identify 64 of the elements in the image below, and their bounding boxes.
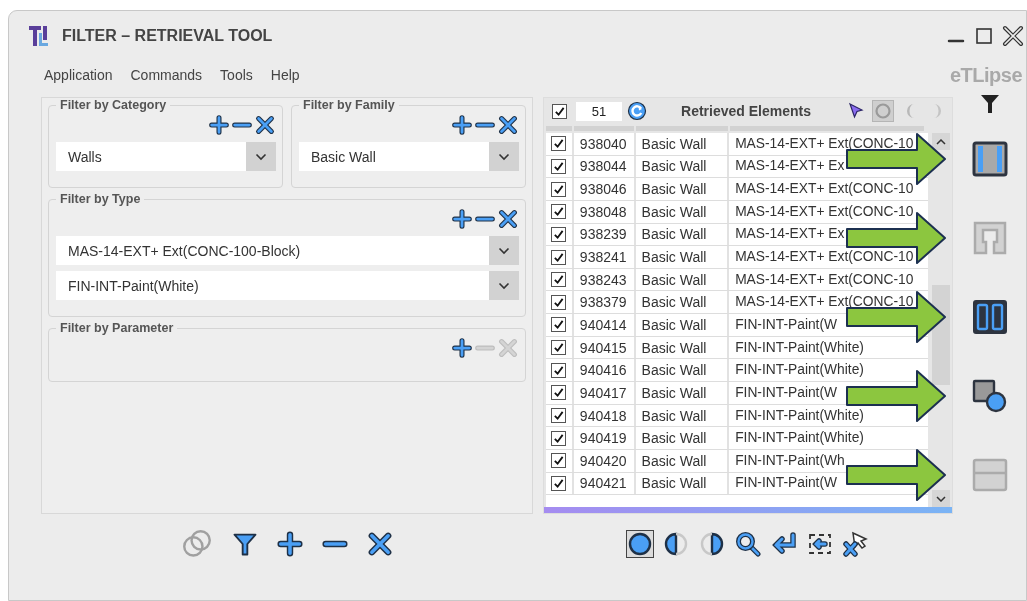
panel-title: Retrieved Elements [680, 103, 812, 119]
table-cell-text: FIN-INT-Paint(White) [734, 429, 865, 448]
table-cell: Basic Wall [635, 291, 730, 314]
table-cell: Basic Wall [635, 427, 730, 449]
table-cell: Basic Wall [635, 336, 730, 359]
table-cell: 940414 [573, 314, 636, 336]
count-field[interactable]: 51 [576, 101, 622, 121]
table-cell: 938046 [573, 178, 636, 200]
table-cell: 940416 [573, 359, 636, 382]
table-cell: 938243 [573, 268, 636, 291]
table-cell: 938048 [573, 200, 636, 223]
table-cell: Basic Wall [635, 359, 730, 382]
dropdown[interactable]: Walls [56, 142, 276, 171]
group-title: Filter by Family [302, 98, 396, 112]
table-cell-text: MAS-14-EXT+ Ext(CONC-10 [734, 248, 915, 266]
table-cell: Basic Wall [635, 178, 730, 200]
table-cell: 938239 [573, 223, 636, 246]
table-cell-text: FIN-INT-Paint(Wh [734, 451, 846, 470]
table-cell: Basic Wall [635, 314, 730, 336]
table-cell-text: FIN-INT-Paint(White) [734, 361, 865, 380]
table-cell: Basic Wall [635, 472, 730, 495]
table-cell-text: FIN-INT-Paint(White) [734, 338, 865, 357]
menu-item[interactable]: Application [44, 67, 113, 83]
group-title: Filter by Category [59, 98, 168, 112]
table-cell-text: FIN-INT-Paint(W [734, 383, 839, 402]
table-cell: 940415 [573, 336, 636, 359]
window-title: FILTER – RETRIEVAL TOOL [62, 27, 273, 45]
table-cell: Basic Wall [635, 246, 730, 268]
table-cell: 940418 [573, 404, 636, 427]
table-cell: Basic Wall [635, 200, 730, 223]
group-title: Filter by Parameter [59, 321, 175, 335]
menu-item[interactable]: Help [270, 67, 300, 83]
table-cell-text: MAS-14-EXT+ Ext(CONC-10 [734, 202, 915, 221]
table-cell: 940419 [573, 427, 636, 449]
table-cell-text: MAS-14-EXT+ Ext(CONC-10 [734, 270, 915, 289]
table-cell-text: MAS-14-EXT+ Ext(CONC-10 [734, 134, 915, 153]
table-cell-text: FIN-INT-Paint(W [734, 315, 839, 334]
table-cell-text: MAS-14-EXT+ Ex [734, 225, 846, 244]
table-cell-text: MAS-14-EXT+ Ex [734, 157, 846, 176]
dropdown[interactable]: Basic Wall [299, 142, 519, 171]
dropdown[interactable]: FIN-INT-Paint(White) [56, 271, 519, 300]
table-cell: Basic Wall [635, 268, 730, 291]
table-cell: Basic Wall [635, 133, 730, 155]
table-cell: 938379 [573, 291, 636, 314]
dropdown[interactable]: MAS-14-EXT+ Ext(CONC-100-Block) [56, 236, 519, 265]
table-cell-text: FIN-INT-Paint(White) [734, 406, 865, 425]
logo: eTLipse [949, 63, 1022, 87]
table-cell: Basic Wall [635, 404, 730, 427]
table-cell: 938044 [573, 155, 636, 178]
table-cell: Basic Wall [635, 223, 730, 246]
table-cell: 938241 [573, 246, 636, 268]
table-cell: Basic Wall [635, 382, 730, 404]
group-title: Filter by Type [59, 192, 142, 206]
table-cell-text: MAS-14-EXT+ Ext(CONC-10 [734, 180, 915, 199]
table-cell-text: FIN-INT-Paint(W [734, 474, 839, 493]
table-cell: 938040 [573, 133, 636, 155]
table-cell: 940417 [573, 382, 636, 404]
table-cell: Basic Wall [635, 449, 730, 472]
menu-item[interactable]: Commands [130, 67, 203, 83]
table-cell: 940421 [573, 472, 636, 495]
menu-item[interactable]: Tools [220, 67, 253, 83]
table-cell-text: MAS-14-EXT+ Ext(CONC-10 [734, 293, 915, 312]
table-cell: Basic Wall [635, 155, 730, 178]
table-cell: 940420 [573, 449, 636, 472]
